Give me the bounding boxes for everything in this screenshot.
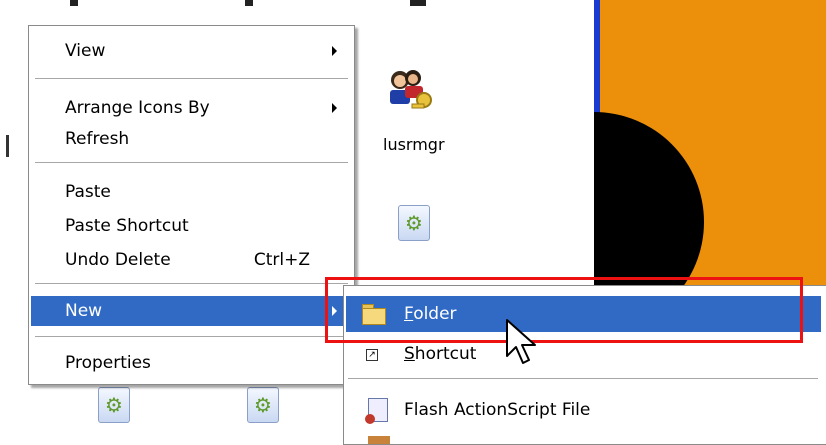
menu-item-arrange-icons-by[interactable]: Arrange Icons By	[31, 93, 352, 123]
annotation-highlight-box	[325, 277, 803, 343]
menu-item-new[interactable]: New	[31, 296, 352, 326]
lusrmgr-icon-label: lusrmgr	[383, 135, 445, 154]
menu-item-refresh[interactable]: Refresh	[31, 124, 352, 154]
keyboard-shortcut: Ctrl+Z	[253, 250, 310, 270]
menu-item-label: New	[65, 301, 103, 321]
icon-label-fragment	[245, 0, 253, 6]
submenu-item-label: Flash ActionScript File	[404, 400, 591, 420]
submenu-item-label: Shortcut	[404, 344, 477, 364]
menu-item-properties[interactable]: Properties	[31, 348, 352, 378]
menu-item-label: Paste Shortcut	[65, 216, 189, 236]
setup-icon[interactable]: ⚙	[98, 387, 130, 423]
menu-item-label: Properties	[65, 353, 151, 373]
menu-item-paste-shortcut[interactable]: Paste Shortcut	[31, 211, 352, 241]
submenu-arrow-icon	[332, 103, 337, 113]
icon-label-fragment	[6, 135, 9, 157]
menu-item-label: Arrange Icons By	[65, 98, 210, 118]
menu-separator	[348, 378, 818, 379]
lusrmgr-desktop-icon[interactable]	[382, 66, 438, 122]
menu-item-label: View	[65, 41, 106, 61]
submenu-item-flash-actionscript-file[interactable]: Flash ActionScript File	[346, 392, 821, 428]
menu-separator	[35, 162, 348, 163]
desktop-context-menu: View Arrange Icons By Refresh Paste Past…	[28, 25, 355, 385]
menu-separator	[35, 78, 348, 79]
icon-label-fragment	[410, 0, 426, 6]
menu-separator	[35, 283, 348, 284]
submenu-arrow-icon	[332, 46, 337, 56]
users-key-icon	[390, 70, 432, 109]
setup-icon[interactable]: ⚙	[398, 205, 430, 241]
menu-item-label: Undo Delete	[65, 250, 171, 270]
icon-label-fragment	[70, 0, 78, 6]
menu-item-label: Paste	[65, 182, 111, 202]
flash-actionscript-file-icon	[365, 398, 388, 424]
menu-item-undo-delete[interactable]: Undo Delete Ctrl+Z	[31, 245, 352, 275]
shortcut-icon: ↗	[366, 349, 378, 361]
menu-item-paste[interactable]: Paste	[31, 177, 352, 207]
mouse-pointer-icon	[506, 319, 536, 364]
setup-icon[interactable]: ⚙	[247, 387, 279, 423]
menu-item-view[interactable]: View	[31, 36, 352, 66]
menu-separator	[35, 336, 348, 337]
menu-item-label: Refresh	[65, 129, 130, 149]
